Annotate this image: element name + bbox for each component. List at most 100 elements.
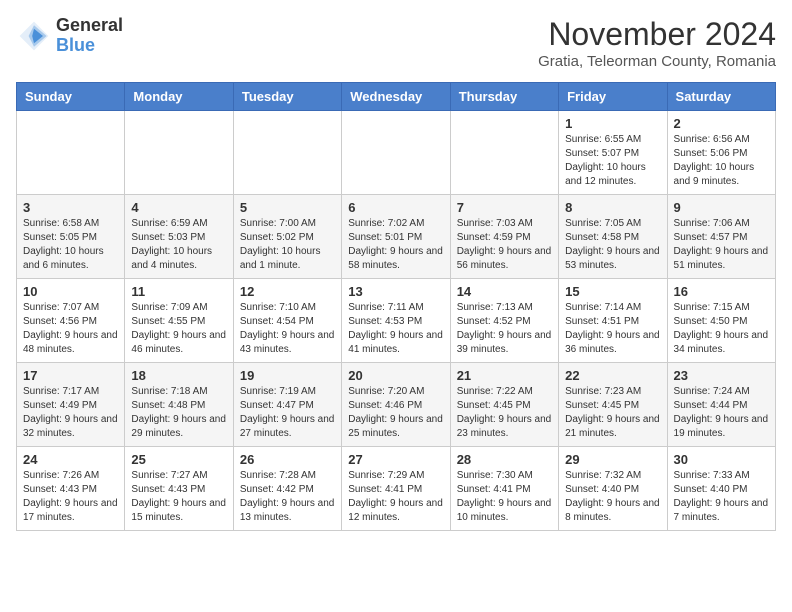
- day-info-23: Sunrise: 7:24 AM Sunset: 4:44 PM Dayligh…: [674, 385, 769, 441]
- day-number-7: 7: [457, 200, 552, 215]
- calendar-table: Sunday Monday Tuesday Wednesday Thursday…: [16, 82, 776, 531]
- day-info-22: Sunrise: 7:23 AM Sunset: 4:45 PM Dayligh…: [565, 385, 660, 441]
- day-info-19: Sunrise: 7:19 AM Sunset: 4:47 PM Dayligh…: [240, 385, 335, 441]
- day-number-1: 1: [565, 116, 660, 131]
- header-sunday: Sunday: [17, 83, 125, 111]
- day-number-3: 3: [23, 200, 118, 215]
- day-info-25: Sunrise: 7:27 AM Sunset: 4:43 PM Dayligh…: [131, 469, 226, 525]
- day-number-21: 21: [457, 368, 552, 383]
- logo: General Blue: [16, 16, 123, 56]
- day-number-5: 5: [240, 200, 335, 215]
- calendar-cell-4-1: 25 Sunrise: 7:27 AM Sunset: 4:43 PM Dayli…: [125, 447, 233, 531]
- calendar-cell-2-1: 11 Sunrise: 7:09 AM Sunset: 4:55 PM Dayli…: [125, 279, 233, 363]
- calendar-cell-0-6: 2 Sunrise: 6:56 AM Sunset: 5:06 PM Daylig…: [667, 111, 775, 195]
- day-info-2: Sunrise: 6:56 AM Sunset: 5:06 PM Dayligh…: [674, 133, 769, 189]
- calendar-cell-3-6: 23 Sunrise: 7:24 AM Sunset: 4:44 PM Dayli…: [667, 363, 775, 447]
- day-number-19: 19: [240, 368, 335, 383]
- header-monday: Monday: [125, 83, 233, 111]
- day-number-13: 13: [348, 284, 443, 299]
- day-number-16: 16: [674, 284, 769, 299]
- week-row-2: 10Sunrise: 7:07 AM Sunset: 4:56 PM Dayli…: [17, 279, 776, 363]
- calendar-cell-1-5: 8 Sunrise: 7:05 AM Sunset: 4:58 PM Daylig…: [559, 195, 667, 279]
- day-info-11: Sunrise: 7:09 AM Sunset: 4:55 PM Dayligh…: [131, 301, 226, 357]
- day-info-4: Sunrise: 6:59 AM Sunset: 5:03 PM Dayligh…: [131, 217, 226, 273]
- calendar-cell-1-6: 9 Sunrise: 7:06 AM Sunset: 4:57 PM Daylig…: [667, 195, 775, 279]
- calendar-cell-2-5: 15 Sunrise: 7:14 AM Sunset: 4:51 PM Dayli…: [559, 279, 667, 363]
- header-saturday: Saturday: [667, 83, 775, 111]
- calendar-cell-0-0: [17, 111, 125, 195]
- day-info-30: Sunrise: 7:33 AM Sunset: 4:40 PM Dayligh…: [674, 469, 769, 525]
- day-info-10: Sunrise: 7:07 AM Sunset: 4:56 PM Dayligh…: [23, 301, 118, 357]
- calendar-cell-4-0: 24 Sunrise: 7:26 AM Sunset: 4:43 PM Dayli…: [17, 447, 125, 531]
- calendar-title: November 2024: [538, 16, 776, 53]
- calendar-cell-0-2: [233, 111, 341, 195]
- day-info-5: Sunrise: 7:00 AM Sunset: 5:02 PM Dayligh…: [240, 217, 335, 273]
- day-number-11: 11: [131, 284, 226, 299]
- day-info-18: Sunrise: 7:18 AM Sunset: 4:48 PM Dayligh…: [131, 385, 226, 441]
- calendar-cell-1-1: 4 Sunrise: 6:59 AM Sunset: 5:03 PM Daylig…: [125, 195, 233, 279]
- calendar-cell-4-2: 26Sunrise: 7:28 AM Sunset: 4:42 PM Dayli…: [233, 447, 341, 531]
- day-info-8: Sunrise: 7:05 AM Sunset: 4:58 PM Dayligh…: [565, 217, 660, 273]
- calendar-cell-4-4: 28Sunrise: 7:30 AM Sunset: 4:41 PM Dayli…: [450, 447, 558, 531]
- calendar-cell-3-0: 17 Sunrise: 7:17 AM Sunset: 4:49 PM Dayli…: [17, 363, 125, 447]
- calendar-cell-0-3: [342, 111, 450, 195]
- calendar-cell-1-4: 7Sunrise: 7:03 AM Sunset: 4:59 PM Daylig…: [450, 195, 558, 279]
- day-info-1: Sunrise: 6:55 AM Sunset: 5:07 PM Dayligh…: [565, 133, 660, 189]
- calendar-cell-3-4: 21Sunrise: 7:22 AM Sunset: 4:45 PM Dayli…: [450, 363, 558, 447]
- day-info-16: Sunrise: 7:15 AM Sunset: 4:50 PM Dayligh…: [674, 301, 769, 357]
- calendar-cell-0-5: 1 Sunrise: 6:55 AM Sunset: 5:07 PM Daylig…: [559, 111, 667, 195]
- day-number-20: 20: [348, 368, 443, 383]
- day-number-26: 26: [240, 452, 335, 467]
- day-info-29: Sunrise: 7:32 AM Sunset: 4:40 PM Dayligh…: [565, 469, 660, 525]
- calendar-cell-4-3: 27 Sunrise: 7:29 AM Sunset: 4:41 PM Dayli…: [342, 447, 450, 531]
- week-row-3: 17 Sunrise: 7:17 AM Sunset: 4:49 PM Dayli…: [17, 363, 776, 447]
- week-row-0: 1 Sunrise: 6:55 AM Sunset: 5:07 PM Daylig…: [17, 111, 776, 195]
- calendar-cell-2-4: 14Sunrise: 7:13 AM Sunset: 4:52 PM Dayli…: [450, 279, 558, 363]
- logo-icon: [16, 18, 52, 54]
- day-number-4: 4: [131, 200, 226, 215]
- header-tuesday: Tuesday: [233, 83, 341, 111]
- logo-text: General Blue: [56, 16, 123, 56]
- day-number-23: 23: [674, 368, 769, 383]
- week-row-1: 3 Sunrise: 6:58 AM Sunset: 5:05 PM Daylig…: [17, 195, 776, 279]
- day-number-15: 15: [565, 284, 660, 299]
- calendar-body: 1 Sunrise: 6:55 AM Sunset: 5:07 PM Daylig…: [17, 111, 776, 531]
- day-number-28: 28: [457, 452, 552, 467]
- day-info-17: Sunrise: 7:17 AM Sunset: 4:49 PM Dayligh…: [23, 385, 118, 441]
- day-number-22: 22: [565, 368, 660, 383]
- page-header: General Blue November 2024 Gratia, Teleo…: [16, 16, 776, 70]
- day-number-25: 25: [131, 452, 226, 467]
- calendar-cell-0-1: [125, 111, 233, 195]
- title-block: November 2024 Gratia, Teleorman County, …: [538, 16, 776, 70]
- day-number-17: 17: [23, 368, 118, 383]
- day-number-6: 6: [348, 200, 443, 215]
- day-info-20: Sunrise: 7:20 AM Sunset: 4:46 PM Dayligh…: [348, 385, 443, 441]
- day-number-27: 27: [348, 452, 443, 467]
- calendar-cell-4-5: 29 Sunrise: 7:32 AM Sunset: 4:40 PM Dayli…: [559, 447, 667, 531]
- day-info-14: Sunrise: 7:13 AM Sunset: 4:52 PM Dayligh…: [457, 301, 552, 357]
- day-number-30: 30: [674, 452, 769, 467]
- calendar-cell-0-4: [450, 111, 558, 195]
- header-thursday: Thursday: [450, 83, 558, 111]
- day-number-29: 29: [565, 452, 660, 467]
- calendar-cell-3-1: 18Sunrise: 7:18 AM Sunset: 4:48 PM Dayli…: [125, 363, 233, 447]
- day-info-27: Sunrise: 7:29 AM Sunset: 4:41 PM Dayligh…: [348, 469, 443, 525]
- calendar-cell-3-2: 19 Sunrise: 7:19 AM Sunset: 4:47 PM Dayli…: [233, 363, 341, 447]
- day-number-9: 9: [674, 200, 769, 215]
- calendar-header: Sunday Monday Tuesday Wednesday Thursday…: [17, 83, 776, 111]
- day-info-15: Sunrise: 7:14 AM Sunset: 4:51 PM Dayligh…: [565, 301, 660, 357]
- day-info-9: Sunrise: 7:06 AM Sunset: 4:57 PM Dayligh…: [674, 217, 769, 273]
- day-info-24: Sunrise: 7:26 AM Sunset: 4:43 PM Dayligh…: [23, 469, 118, 525]
- calendar-cell-1-2: 5 Sunrise: 7:00 AM Sunset: 5:02 PM Daylig…: [233, 195, 341, 279]
- calendar-cell-1-3: 6Sunrise: 7:02 AM Sunset: 5:01 PM Daylig…: [342, 195, 450, 279]
- day-info-12: Sunrise: 7:10 AM Sunset: 4:54 PM Dayligh…: [240, 301, 335, 357]
- logo-blue: Blue: [56, 36, 123, 56]
- day-number-8: 8: [565, 200, 660, 215]
- day-number-2: 2: [674, 116, 769, 131]
- calendar-cell-1-0: 3 Sunrise: 6:58 AM Sunset: 5:05 PM Daylig…: [17, 195, 125, 279]
- day-number-24: 24: [23, 452, 118, 467]
- calendar-subtitle: Gratia, Teleorman County, Romania: [538, 53, 776, 70]
- day-info-3: Sunrise: 6:58 AM Sunset: 5:05 PM Dayligh…: [23, 217, 118, 273]
- calendar-cell-3-3: 20 Sunrise: 7:20 AM Sunset: 4:46 PM Dayli…: [342, 363, 450, 447]
- calendar-cell-4-6: 30 Sunrise: 7:33 AM Sunset: 4:40 PM Dayli…: [667, 447, 775, 531]
